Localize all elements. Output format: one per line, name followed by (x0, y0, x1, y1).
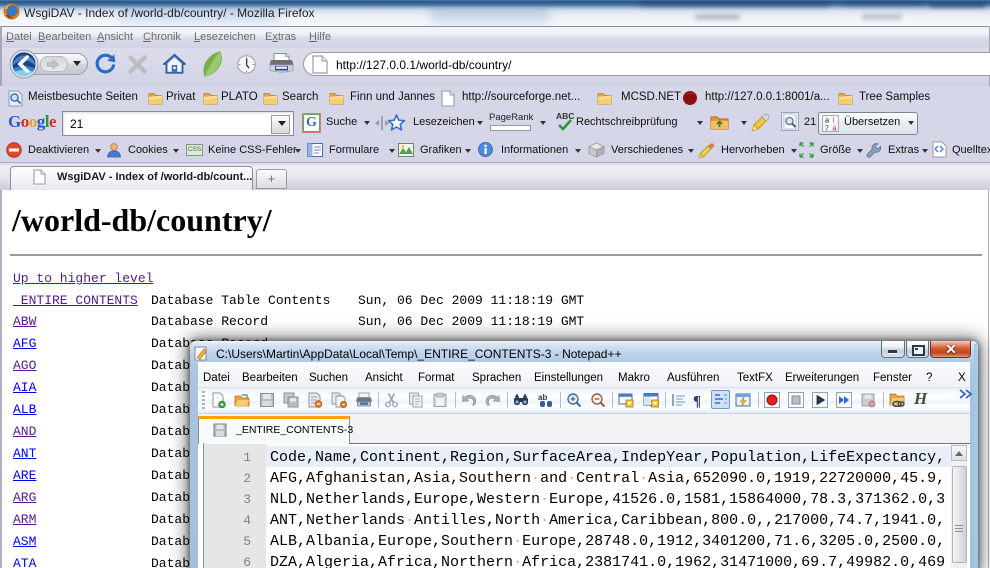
svg-text:¶: ¶ (693, 394, 701, 409)
svg-text:H: H (913, 389, 928, 405)
svg-text:ab: ab (538, 393, 547, 402)
svg-text:7: 7 (825, 124, 829, 132)
